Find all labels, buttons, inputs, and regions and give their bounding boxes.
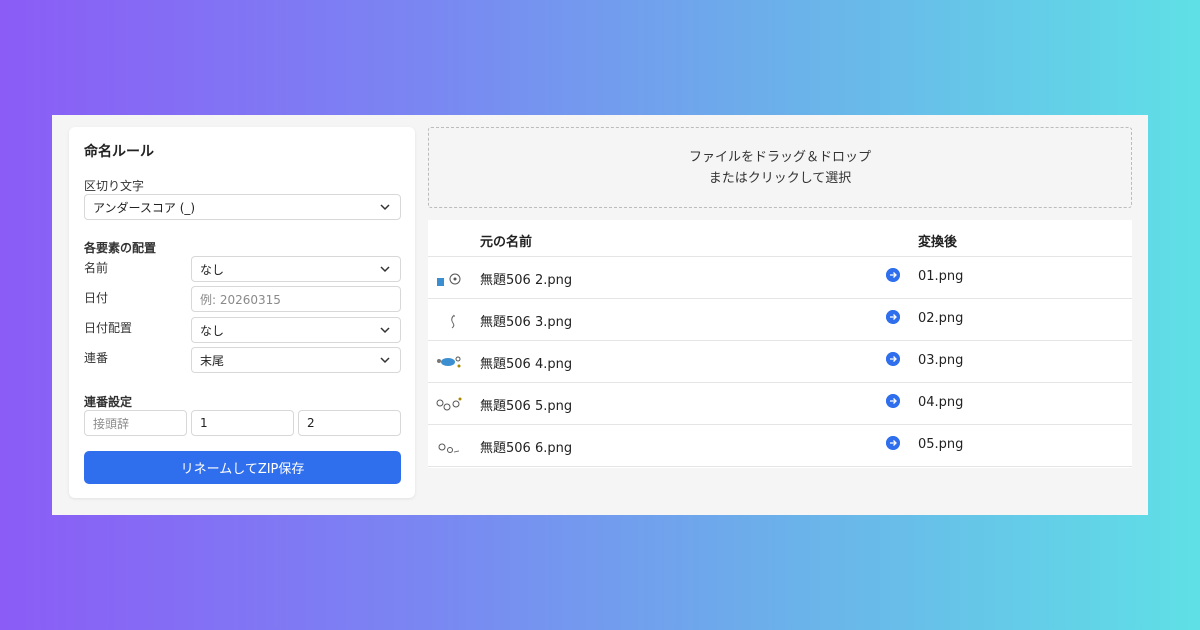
table-row: 無題506 2.png 01.png	[428, 257, 1132, 299]
chevron-down-icon	[380, 204, 390, 211]
column-original-name: 元の名前	[480, 235, 533, 250]
app-window: 命名ルール 区切り文字 アンダースコア (_) 各要素の配置 名前 なし 日付 …	[52, 115, 1148, 515]
renamed-filename: 01.png	[918, 269, 964, 284]
arrow-right-circle-icon	[886, 268, 900, 282]
image-thumbnail-icon	[436, 397, 462, 411]
dropzone-line1: ファイルをドラッグ＆ドロップ	[688, 149, 871, 165]
chevron-down-icon	[380, 327, 390, 334]
serial-label: 連番	[84, 351, 109, 365]
table-row: 無題506 3.png 02.png	[428, 299, 1132, 341]
serial-prefix-input[interactable]: 接頭辞	[84, 410, 187, 436]
serial-start-value: 1	[200, 416, 208, 430]
image-thumbnail-icon	[438, 443, 460, 453]
date-placement-select[interactable]: なし	[191, 317, 401, 343]
table-row: 無題506 6.png 05.png	[428, 425, 1132, 467]
original-filename: 無題506 4.png	[480, 357, 573, 372]
chevron-down-icon	[380, 266, 390, 273]
file-rename-table: 元の名前 変換後 無題506 2.png 01.png 無題506 3.png	[428, 220, 1132, 468]
date-input-placeholder: 例: 20260315	[200, 292, 281, 307]
chevron-down-icon	[380, 357, 390, 364]
column-renamed: 変換後	[918, 235, 958, 250]
serial-digits-value: 2	[307, 416, 315, 430]
name-placement-value: なし	[200, 262, 225, 277]
arrow-right-circle-icon	[886, 352, 900, 366]
separator-label: 区切り文字	[84, 179, 145, 193]
image-thumbnail-icon	[437, 356, 461, 368]
serial-prefix-placeholder: 接頭辞	[93, 416, 130, 431]
renamed-filename: 05.png	[918, 437, 964, 452]
name-placement-select[interactable]: なし	[191, 256, 401, 282]
serial-start-input[interactable]: 1	[191, 410, 294, 436]
separator-select[interactable]: アンダースコア (_)	[84, 194, 401, 220]
dropzone-line2: またはクリックして選択	[708, 170, 852, 186]
renamed-filename: 03.png	[918, 353, 964, 368]
panel-title: 命名ルール	[84, 144, 154, 160]
serial-settings-title: 連番設定	[84, 395, 133, 409]
renamed-filename: 02.png	[918, 311, 964, 326]
original-filename: 無題506 2.png	[480, 273, 573, 288]
renamed-filename: 04.png	[918, 395, 964, 410]
original-filename: 無題506 5.png	[480, 399, 573, 414]
image-thumbnail-icon	[437, 273, 461, 286]
image-thumbnail-icon	[451, 314, 455, 329]
date-placement-value: なし	[200, 323, 225, 338]
table-row: 無題506 5.png 04.png	[428, 383, 1132, 425]
serial-placement-value: 末尾	[200, 353, 225, 368]
arrow-right-circle-icon	[886, 436, 900, 450]
table-row: 無題506 4.png 03.png	[428, 341, 1132, 383]
placement-title: 各要素の配置	[84, 241, 157, 255]
arrow-right-circle-icon	[886, 394, 900, 408]
date-input[interactable]: 例: 20260315	[191, 286, 401, 312]
serial-placement-select[interactable]: 末尾	[191, 347, 401, 373]
name-label: 名前	[84, 261, 109, 275]
rename-zip-button[interactable]: リネームしてZIP保存	[84, 451, 401, 484]
separator-value: アンダースコア (_)	[93, 200, 196, 215]
original-filename: 無題506 6.png	[480, 441, 573, 456]
table-header: 元の名前 変換後	[428, 220, 1132, 257]
serial-digits-input[interactable]: 2	[298, 410, 401, 436]
original-filename: 無題506 3.png	[480, 315, 573, 330]
naming-rules-panel: 命名ルール 区切り文字 アンダースコア (_) 各要素の配置 名前 なし 日付 …	[69, 127, 415, 498]
date-label: 日付	[84, 291, 109, 305]
arrow-right-circle-icon	[886, 310, 900, 324]
file-dropzone[interactable]: ファイルをドラッグ＆ドロップ またはクリックして選択	[428, 127, 1132, 208]
date-placement-label: 日付配置	[84, 321, 133, 335]
